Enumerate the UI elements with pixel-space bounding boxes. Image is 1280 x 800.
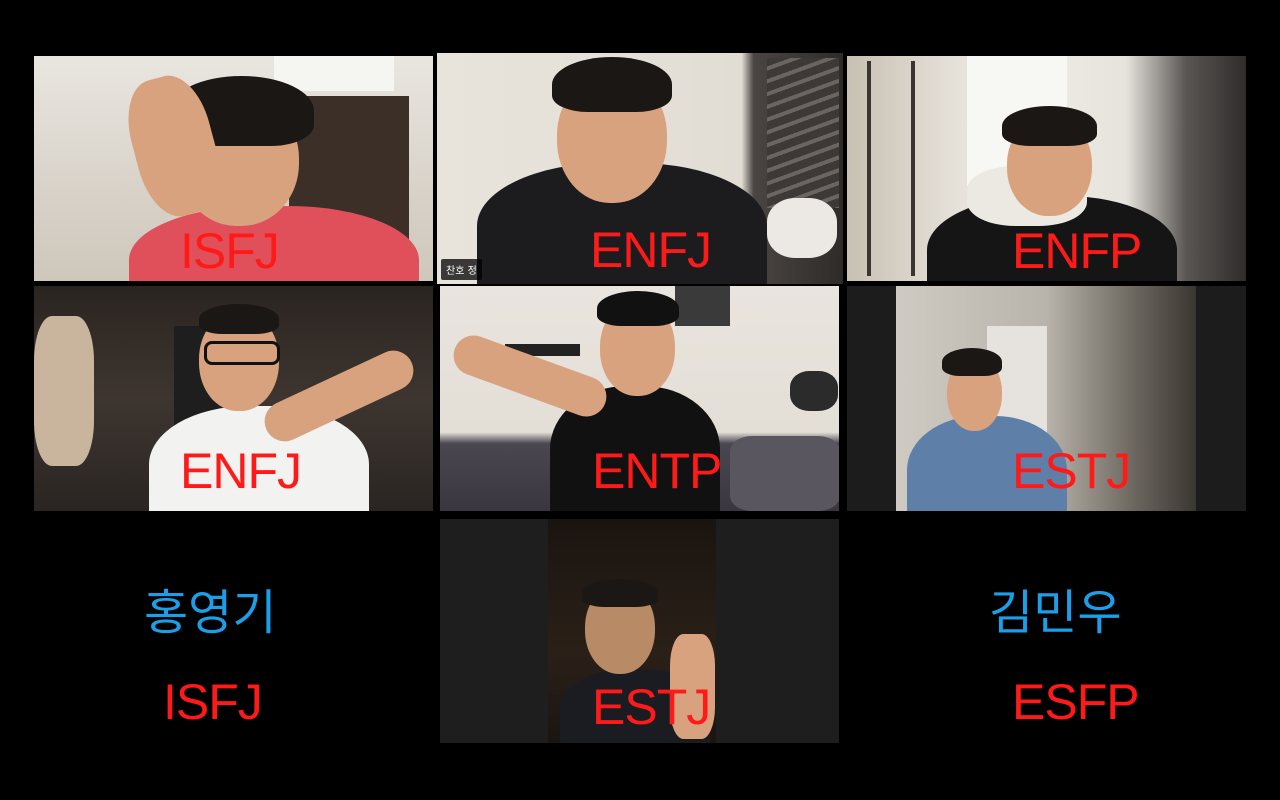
- video-tile-2[interactable]: ENFJ 찬호 정: [437, 53, 843, 284]
- video-tile-5[interactable]: ENTP: [440, 286, 839, 511]
- video-tile-6[interactable]: ESTJ: [847, 286, 1246, 511]
- video-tile-7[interactable]: ESTJ: [440, 519, 839, 743]
- mbti-label: ENFJ: [590, 222, 712, 278]
- mbti-label: ISFJ: [180, 223, 280, 279]
- mbti-label: ENFP: [1012, 223, 1142, 279]
- video-tile-4[interactable]: ENFJ: [34, 286, 433, 511]
- absent-participant-mbti: ISFJ: [163, 674, 263, 730]
- absent-participant-mbti: ESFP: [1012, 674, 1140, 730]
- absent-participant-name: 홍영기: [144, 585, 277, 641]
- mbti-label: ESTJ: [592, 679, 711, 735]
- mbti-label: ENTP: [592, 443, 722, 499]
- participant-name: 찬호 정: [441, 259, 482, 280]
- mbti-label: ESTJ: [1012, 443, 1131, 499]
- absent-participant-name: 김민우: [989, 585, 1122, 641]
- video-tile-3[interactable]: ENFP: [847, 56, 1246, 281]
- mbti-label: ENFJ: [180, 443, 302, 499]
- video-tile-1[interactable]: ISFJ: [34, 56, 433, 281]
